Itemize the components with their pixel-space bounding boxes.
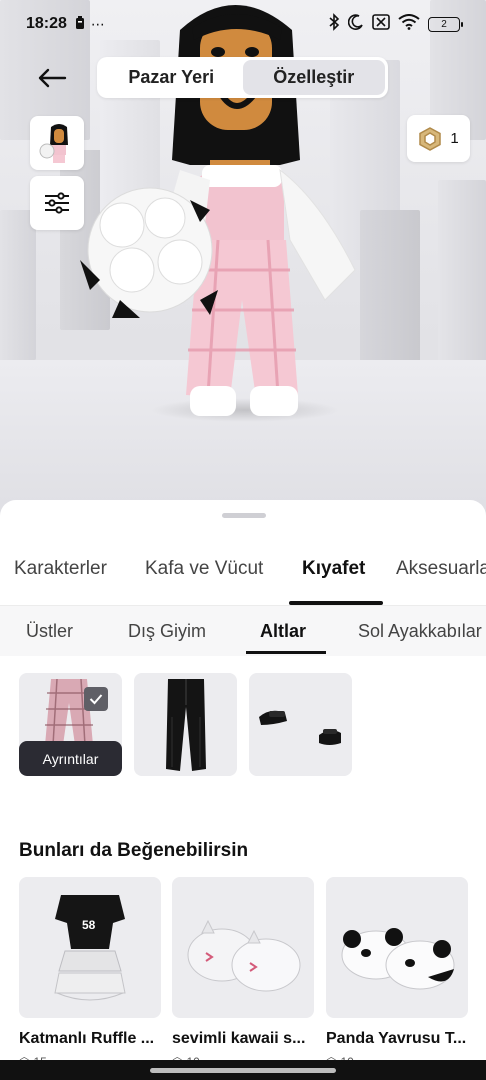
tab-bottoms[interactable]: Altlar xyxy=(260,621,306,642)
tab-characters[interactable]: Karakterler xyxy=(14,558,107,580)
avatar-thumbnail-icon xyxy=(35,121,79,165)
back-button[interactable] xyxy=(34,60,70,96)
sliders-icon xyxy=(45,192,69,214)
sim-off-icon xyxy=(372,14,390,34)
mode-segmented-control: Pazar Yeri Özelleştir xyxy=(97,57,388,98)
rec-card-panda-slippers[interactable] xyxy=(326,877,468,1018)
rec-name-3[interactable]: Panda Yavrusu T... xyxy=(326,1030,476,1048)
category-tab-indicator xyxy=(289,601,383,605)
robux-count: 1 xyxy=(450,130,459,147)
tab-customize[interactable]: Özelleştir xyxy=(242,60,385,95)
robux-icon xyxy=(419,126,442,151)
item-black-pants[interactable] xyxy=(134,673,237,776)
rec-name-1[interactable]: Katmanlı Ruffle ... xyxy=(19,1030,169,1048)
ruffle-outfit-image: 58 xyxy=(54,895,126,1001)
wifi-icon xyxy=(398,14,420,34)
status-bar: 18:28 ⋯ 2 xyxy=(0,0,486,48)
selected-checkbox[interactable] xyxy=(84,687,108,711)
checkmark-icon xyxy=(89,694,103,705)
rec-card-kawaii-slippers[interactable] xyxy=(172,877,314,1018)
details-button[interactable]: Ayrıntılar xyxy=(19,741,122,776)
panda-slippers-image xyxy=(341,928,455,990)
customize-sheet: Karakterler Kafa ve Vücut Kıyafet Aksesu… xyxy=(0,500,486,1080)
arrow-left-icon xyxy=(38,68,67,88)
black-slides-image xyxy=(259,710,341,745)
rec-name-2[interactable]: sevimli kawaii s... xyxy=(172,1030,322,1048)
item-pink-plaid-pants[interactable]: Ayrıntılar xyxy=(19,673,122,776)
tab-head-body[interactable]: Kafa ve Vücut xyxy=(145,558,263,580)
sheet-drag-handle[interactable] xyxy=(222,513,266,518)
avatar-thumbnail-button[interactable] xyxy=(30,116,84,170)
tab-marketplace[interactable]: Pazar Yeri xyxy=(100,60,243,95)
tab-tops[interactable]: Üstler xyxy=(26,621,73,642)
adjust-settings-button[interactable] xyxy=(30,176,84,230)
battery-icon: 2 xyxy=(428,16,463,32)
rec-card-ruffle-outfit[interactable]: 58 xyxy=(19,877,161,1018)
tab-left-shoes[interactable]: Sol Ayakkabılar xyxy=(358,621,482,642)
svg-text:58: 58 xyxy=(82,918,96,932)
subcategory-tab-indicator xyxy=(246,651,326,654)
category-tabs: Karakterler Kafa ve Vücut Kıyafet Aksesu… xyxy=(0,548,486,606)
black-pants-image xyxy=(166,679,206,771)
tab-clothing[interactable]: Kıyafet xyxy=(302,558,365,580)
battery-saver-icon xyxy=(75,15,85,33)
item-black-slides[interactable] xyxy=(249,673,352,776)
tab-accessories[interactable]: Aksesuarlar xyxy=(396,558,486,580)
home-gesture-pill[interactable] xyxy=(150,1068,336,1073)
tab-outerwear[interactable]: Dış Giyim xyxy=(128,621,206,642)
subcategory-tabs: Üstler Dış Giyim Altlar Sol Ayakkabılar xyxy=(0,606,486,656)
more-notifications-icon: ⋯ xyxy=(90,15,105,32)
recommendations-title: Bunları da Beğenebilirsin xyxy=(19,840,249,861)
do-not-disturb-icon xyxy=(347,14,364,34)
status-time: 18:28 xyxy=(26,15,67,32)
bluetooth-icon xyxy=(328,13,340,35)
robux-balance[interactable]: 1 xyxy=(407,115,470,162)
kawaii-slippers-image xyxy=(187,919,301,992)
